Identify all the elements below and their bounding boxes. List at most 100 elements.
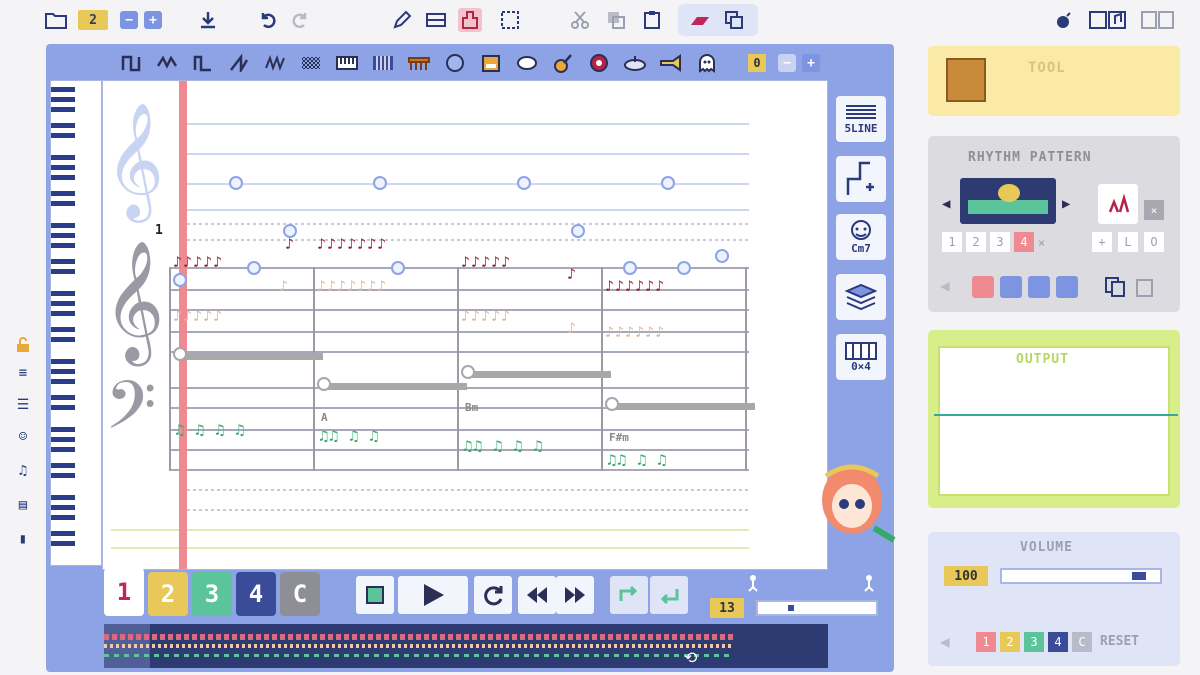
volume-slider[interactable] xyxy=(1000,568,1162,584)
pattern-next-icon[interactable]: ▶ xyxy=(1062,196,1070,212)
note-run[interactable]: ♪♪♪♪♪ xyxy=(173,307,223,325)
triangle-wave-icon[interactable] xyxy=(154,50,180,76)
note-run[interactable]: ♪♪♪♪♪♪ xyxy=(605,323,665,341)
note-run[interactable]: ♫♫ ♫ ♫ xyxy=(319,427,379,445)
piano-keys-button[interactable]: 0×4 xyxy=(836,334,886,380)
pattern-editor-button[interactable] xyxy=(1098,184,1138,224)
volume-slider-thumb[interactable] xyxy=(1132,572,1146,580)
volume-track-2-button[interactable]: 2 xyxy=(1000,632,1020,652)
add-note-button[interactable] xyxy=(836,156,886,202)
noise-wave-icon[interactable] xyxy=(262,50,288,76)
static-icon[interactable] xyxy=(298,50,324,76)
face-icon[interactable]: ☺ xyxy=(12,426,34,448)
mode-o-button[interactable]: O xyxy=(1144,232,1164,252)
select-icon[interactable] xyxy=(498,8,522,32)
note-run[interactable]: ♫ ♫ ♫ ♫ xyxy=(175,421,245,439)
pattern-close-button[interactable]: × xyxy=(1038,236,1045,250)
pattern-3-button[interactable]: 3 xyxy=(990,232,1010,252)
piano-keyboard[interactable] xyxy=(50,80,102,566)
layers-button[interactable] xyxy=(836,274,886,320)
note-run[interactable]: ♪♪♪♪♪ xyxy=(461,253,511,271)
drum-instrument-icon[interactable] xyxy=(586,50,612,76)
saw-wave-icon[interactable] xyxy=(226,50,252,76)
chord-button[interactable]: Cm7 xyxy=(836,214,886,260)
repeat-back-button[interactable] xyxy=(650,576,688,614)
track-tab-c[interactable]: C xyxy=(280,572,320,616)
trumpet-icon[interactable] xyxy=(658,50,684,76)
track-tab-1[interactable]: 1 xyxy=(104,568,144,616)
note-run[interactable]: ♪♪♪♪♪ xyxy=(461,307,511,325)
square-wave-icon[interactable] xyxy=(118,50,144,76)
tempo-slider[interactable] xyxy=(756,600,878,616)
decrement-button[interactable]: − xyxy=(120,11,138,29)
song-overview[interactable]: ⟲ xyxy=(104,624,828,668)
pattern-remove-button[interactable]: × xyxy=(1144,200,1164,220)
track-tab-3[interactable]: 3 xyxy=(192,572,232,616)
duplicate-icon[interactable] xyxy=(722,8,746,32)
note-run[interactable]: ♪ xyxy=(279,277,289,295)
note-run[interactable]: ♪ xyxy=(285,235,295,253)
library-icon[interactable] xyxy=(1140,8,1176,32)
repeat-button[interactable] xyxy=(610,576,648,614)
note-run[interactable]: ♪♪♪♪♪♪♪ xyxy=(317,277,387,295)
bank-decrement-button[interactable]: − xyxy=(778,54,796,72)
keyboard-list-icon[interactable]: ☰ xyxy=(12,394,34,416)
pattern-4-button[interactable]: 4 xyxy=(1014,232,1034,252)
bomb-icon[interactable] xyxy=(1052,8,1076,32)
layer-blue-button[interactable] xyxy=(1000,276,1022,298)
note-run[interactable]: ♪♪♪♪♪ xyxy=(173,253,223,271)
pencil-icon[interactable] xyxy=(390,8,414,32)
reset-button[interactable]: RESET xyxy=(1100,634,1139,649)
strings-icon[interactable] xyxy=(406,50,432,76)
volume-track-c-button[interactable]: C xyxy=(1072,632,1092,652)
list-icon[interactable]: ≡ xyxy=(12,362,34,384)
note-run[interactable]: ♪ xyxy=(567,319,577,337)
ghost-icon[interactable] xyxy=(694,50,720,76)
loop-button[interactable] xyxy=(474,576,512,614)
track-tab-4[interactable]: 4 xyxy=(236,572,276,616)
tempo-slider-thumb[interactable] xyxy=(788,605,794,611)
sphere-icon[interactable] xyxy=(442,50,468,76)
layer-red-button[interactable] xyxy=(972,276,994,298)
mode-plus-button[interactable]: + xyxy=(1092,232,1112,252)
drum-icon[interactable]: ▤ xyxy=(12,494,34,516)
playhead[interactable] xyxy=(179,81,187,569)
note-run[interactable]: ♫♫ ♫ ♫ ♫ xyxy=(463,437,543,455)
volume-track-1-button[interactable]: 1 xyxy=(976,632,996,652)
scissors-icon[interactable] xyxy=(568,8,592,32)
paint-icon[interactable] xyxy=(458,8,482,32)
speaker-icon[interactable]: ◀ xyxy=(940,276,960,296)
layer-blue2-button[interactable] xyxy=(1028,276,1050,298)
redo-icon[interactable] xyxy=(288,8,312,32)
volume-track-4-button[interactable]: 4 xyxy=(1048,632,1068,652)
pattern-1-button[interactable]: 1 xyxy=(942,232,962,252)
download-icon[interactable] xyxy=(196,8,220,32)
bank-increment-button[interactable]: + xyxy=(802,54,820,72)
note-run[interactable]: ♪♪♪♪♪♪ xyxy=(605,277,665,295)
note-run[interactable]: ♪♪♪♪♪♪♪ xyxy=(317,235,387,253)
fast-forward-button[interactable] xyxy=(556,576,594,614)
pattern-prev-icon[interactable]: ◀ xyxy=(942,196,950,212)
copy-icon[interactable] xyxy=(604,8,628,32)
lock-icon[interactable] xyxy=(12,334,34,356)
volume-speaker-icon[interactable]: ◀ xyxy=(940,632,960,652)
increment-button[interactable]: + xyxy=(144,11,162,29)
stop-button[interactable] xyxy=(356,576,394,614)
copy-pattern-icon[interactable] xyxy=(1104,276,1126,298)
play-button[interactable] xyxy=(398,576,468,614)
undo-icon[interactable] xyxy=(256,8,280,32)
pattern-preview[interactable] xyxy=(960,178,1056,224)
staff-area[interactable]: C7 C6 C5 C4 C3 C2 𝄞 𝄞 𝄢 1 ♪♪♪♪♪ ♪ xyxy=(102,80,828,570)
pulse-wave-icon[interactable] xyxy=(190,50,216,76)
track-tab-2[interactable]: 2 xyxy=(148,572,188,616)
volume-track-3-button[interactable]: 3 xyxy=(1024,632,1044,652)
folder-icon[interactable] xyxy=(44,8,68,32)
bell-icon[interactable]: ♫ xyxy=(12,460,34,482)
song-folder-icon[interactable] xyxy=(1088,8,1128,32)
note-run[interactable]: ♫♫ ♫ ♫ xyxy=(607,451,667,469)
highlight-icon[interactable] xyxy=(688,8,712,32)
guitar-icon[interactable] xyxy=(550,50,576,76)
mode-l-button[interactable]: L xyxy=(1118,232,1138,252)
note-run[interactable]: ♪ xyxy=(567,265,577,283)
paste-icon[interactable] xyxy=(640,8,664,32)
